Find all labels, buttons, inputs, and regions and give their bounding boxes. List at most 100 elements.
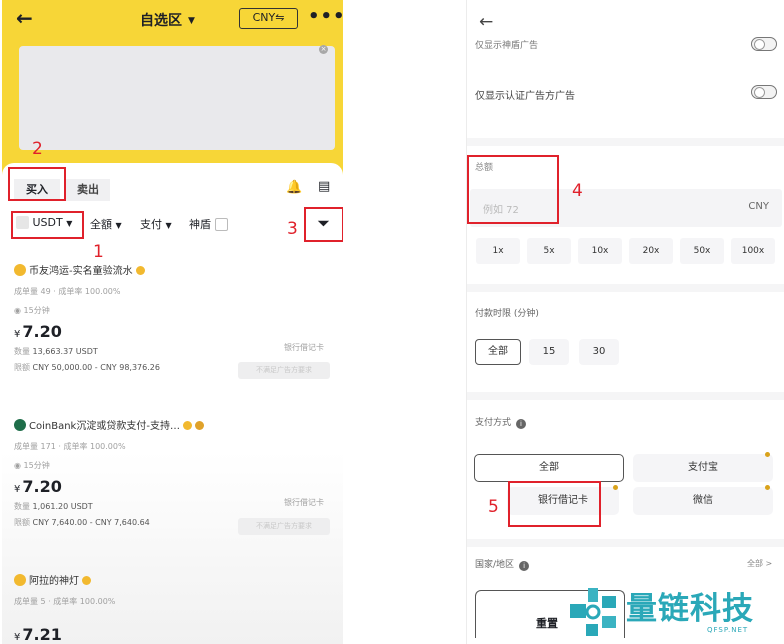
order-list-icon[interactable]: ▤	[318, 179, 330, 194]
badge-dot	[765, 485, 770, 490]
only-shield-label: 仅显示神盾广告	[475, 41, 539, 51]
back-arrow-icon[interactable]: ←	[16, 6, 33, 30]
multiplier-100x[interactable]: 100x	[731, 238, 775, 264]
only-verified-toggle[interactable]	[751, 85, 777, 99]
multiplier-1x[interactable]: 1x	[476, 238, 520, 264]
divider	[467, 138, 784, 146]
back-arrow-icon[interactable]: ←	[479, 12, 493, 32]
shield-checkbox[interactable]	[214, 218, 228, 231]
amount-filter[interactable]: 全額 ▼	[90, 216, 122, 232]
trade-stats: 成单量 5 · 成单率 100.00%	[14, 597, 116, 606]
quantity-value: 13,663.37 USDT	[32, 347, 98, 356]
watermark-subtext: QFSP.NET	[707, 626, 749, 634]
limit-value: CNY 50,000.00 - CNY 98,376.26	[32, 363, 160, 372]
info-icon[interactable]: i	[519, 561, 530, 571]
pay-method-all[interactable]: 全部	[474, 454, 624, 482]
annotation-box-3	[304, 207, 343, 242]
ad-item[interactable]: 阿拉的神灯 成单量 5 · 成单率 100.00% ¥7.21	[14, 572, 334, 644]
price-value: 7.20	[22, 322, 62, 341]
annotation-number-3: 3	[287, 219, 298, 239]
payment-filter-label: 支付	[140, 218, 162, 231]
advertiser-name: 阿拉的神灯	[14, 572, 334, 587]
verified-badge-icon	[82, 576, 91, 585]
avatar	[14, 574, 26, 586]
annotation-number-1: 1	[93, 242, 104, 262]
amount-currency: CNY	[748, 201, 769, 212]
page-title[interactable]: 自选区 ▼	[140, 10, 195, 30]
payment-time: ◉ 15分钟	[14, 461, 50, 470]
currency-symbol: ¥	[14, 484, 21, 495]
payment-method: 银行借记卡	[284, 343, 324, 352]
multiplier-5x[interactable]: 5x	[527, 238, 571, 264]
pay-time-option-30[interactable]: 30	[579, 339, 619, 365]
badge-dot	[613, 485, 618, 490]
chevron-down-icon: ▼	[188, 16, 195, 26]
chevron-down-icon: ▼	[165, 221, 172, 230]
currency-symbol: ¥	[14, 329, 21, 340]
trade-stats: 成单量 171 · 成单率 100.00%	[14, 442, 126, 451]
advertiser-name-text: CoinBank沉淀或贷款支付-支持…	[29, 421, 180, 432]
trade-button[interactable]: 不满足广告方要求	[238, 518, 330, 535]
region-value[interactable]: 全部 >	[747, 558, 772, 569]
pay-method-alipay[interactable]: 支付宝	[633, 454, 773, 482]
pay-time-option-15[interactable]: 15	[529, 339, 569, 365]
quantity-label: 数量	[14, 347, 30, 356]
price-value: 7.21	[22, 625, 62, 644]
promo-banner[interactable]	[19, 46, 335, 150]
only-shield-toggle[interactable]	[751, 37, 777, 51]
advertiser-name: 币友鸿运-实名童验流水	[14, 262, 334, 277]
annotation-box-4	[467, 155, 559, 224]
verified-badge-icon	[182, 421, 192, 430]
payment-time-text: 15分钟	[23, 461, 50, 470]
price: ¥7.20	[14, 322, 334, 341]
multiplier-50x[interactable]: 50x	[680, 238, 724, 264]
shield-filter-label: 神盾	[189, 218, 211, 231]
advertiser-name-text: 阿拉的神灯	[29, 576, 79, 587]
pay-time-option-all[interactable]: 全部	[475, 339, 521, 365]
annotation-number-4: 4	[572, 181, 583, 201]
close-icon[interactable]: ×	[319, 45, 328, 54]
currency-symbol: ¥	[14, 632, 21, 643]
pay-time-label: 付款时限 (分钟)	[475, 309, 539, 319]
avatar	[14, 264, 26, 276]
divider	[467, 539, 784, 547]
price-value: 7.20	[22, 477, 62, 496]
pay-method-label-text: 支付方式	[475, 418, 512, 428]
info-icon[interactable]: i	[516, 419, 527, 429]
bell-icon[interactable]: 🔔	[286, 180, 302, 195]
multiplier-10x[interactable]: 10x	[578, 238, 622, 264]
ad-item[interactable]: 币友鸿运-实名童验流水 成单量 49 · 成单率 100.00% ◉ 15分钟 …	[14, 262, 334, 379]
left-phone-screen: ← 自选区 ▼ CNY⇋ ••• × 买入 卖出 2 🔔 ▤ USDT ▼ 1 全…	[2, 0, 343, 644]
ad-item[interactable]: CoinBank沉淀或贷款支付-支持… 成单量 171 · 成单率 100.00…	[14, 417, 334, 535]
annotation-box-1	[11, 211, 84, 239]
multiplier-20x[interactable]: 20x	[629, 238, 673, 264]
payment-method: 银行借记卡	[284, 498, 324, 507]
quantity-label: 数量	[14, 502, 30, 511]
advertiser-name-text: 币友鸿运-实名童验流水	[29, 266, 133, 277]
divider	[467, 392, 784, 400]
trade-button[interactable]: 不满足广告方要求	[238, 362, 330, 379]
more-icon[interactable]: •••	[308, 6, 343, 27]
pay-method-wechat[interactable]: 微信	[633, 487, 773, 515]
annotation-number-5: 5	[488, 497, 499, 517]
price: ¥7.20	[14, 477, 334, 496]
only-verified-label: 仅显示认证广告方广告	[475, 91, 575, 102]
payment-filter[interactable]: 支付 ▼	[140, 216, 172, 232]
shield-badge-icon	[194, 421, 204, 430]
pay-method-label: 支付方式 i	[475, 415, 527, 429]
shield-filter[interactable]: 神盾	[189, 216, 228, 232]
currency-switch-button[interactable]: CNY⇋	[239, 8, 298, 29]
avatar	[14, 419, 26, 431]
tab-sell[interactable]: 卖出	[66, 179, 110, 201]
quantity-value: 1,061.20 USDT	[32, 502, 93, 511]
watermark-logo-icon	[570, 588, 616, 636]
limit-label: 限额	[14, 518, 30, 527]
divider	[467, 284, 784, 292]
region-label-text: 国家/地区	[475, 560, 515, 570]
amount-filter-label: 全額	[90, 218, 112, 231]
annotation-number-2: 2	[32, 139, 43, 159]
payment-time-text: 15分钟	[23, 306, 50, 315]
badge-dot	[765, 452, 770, 457]
watermark-text: 量链科技	[626, 591, 754, 627]
trade-stats: 成单量 49 · 成单率 100.00%	[14, 287, 121, 296]
